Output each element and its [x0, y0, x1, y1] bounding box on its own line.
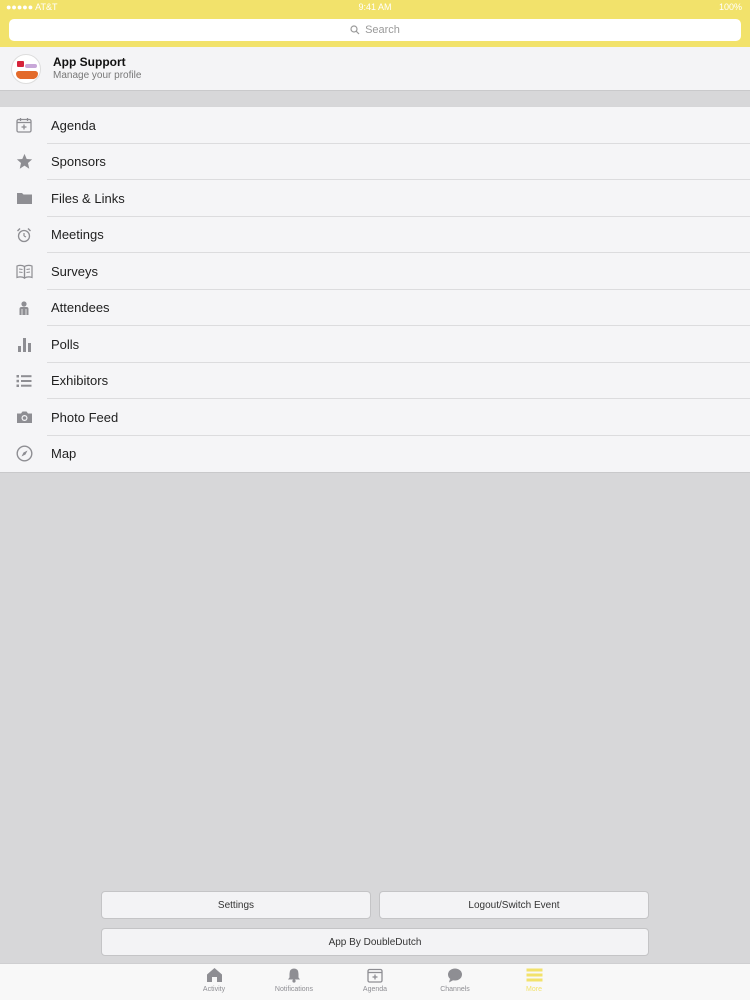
- book-icon: [15, 262, 33, 280]
- people-icon: [15, 299, 33, 317]
- menu-item-files-links[interactable]: Files & Links: [0, 180, 750, 217]
- profile-row[interactable]: App Support Manage your profile: [0, 47, 750, 91]
- menu-item-label: Agenda: [51, 117, 96, 133]
- menu-item-polls[interactable]: Polls: [0, 326, 750, 363]
- tab-label: More: [526, 986, 542, 993]
- tab-channels[interactable]: Channels: [425, 967, 485, 993]
- menu-item-surveys[interactable]: Surveys: [0, 253, 750, 290]
- status-time: 9:41 AM: [358, 2, 392, 12]
- home-icon: [206, 968, 222, 982]
- logout-switch-event-button[interactable]: Logout/Switch Event: [379, 891, 649, 919]
- menu-item-sponsors[interactable]: Sponsors: [0, 144, 750, 180]
- tab-label: Channels: [440, 986, 470, 993]
- bar-chart-icon: [15, 335, 33, 353]
- menu-item-label: Files & Links: [51, 190, 125, 206]
- list-icon: [15, 372, 33, 390]
- bell-icon: [288, 968, 300, 983]
- chat-bubble-icon: [448, 968, 462, 983]
- tab-notifications[interactable]: Notifications: [264, 967, 324, 993]
- alarm-clock-icon: [15, 226, 33, 244]
- menu-item-exhibitors[interactable]: Exhibitors: [0, 363, 750, 399]
- menu-item-label: Photo Feed: [51, 409, 119, 425]
- search-bar[interactable]: Search: [9, 19, 741, 41]
- tab-more[interactable]: More: [504, 967, 564, 993]
- avatar: [11, 54, 41, 84]
- settings-button[interactable]: Settings: [101, 891, 371, 919]
- menu-item-attendees[interactable]: Attendees: [0, 290, 750, 326]
- menu-item-label: Sponsors: [51, 154, 106, 170]
- menu-item-map[interactable]: Map: [0, 436, 750, 473]
- calendar-icon: [15, 116, 33, 134]
- menu-item-agenda[interactable]: Agenda: [0, 107, 750, 144]
- tab-label: Agenda: [362, 986, 388, 993]
- menu-item-label: Attendees: [51, 300, 110, 316]
- status-bar: ●●●●● AT&T 9:41 AM 100%: [0, 0, 750, 14]
- menu-item-label: Map: [51, 446, 77, 462]
- menu-item-label: Polls: [51, 336, 80, 352]
- tab-label: Notifications: [274, 986, 314, 993]
- battery-label: 100%: [718, 2, 742, 12]
- tab-activity[interactable]: Activity: [184, 967, 244, 993]
- search-placeholder: Search: [365, 24, 400, 36]
- calendar-icon: [367, 968, 383, 983]
- search-icon: [350, 25, 360, 35]
- top-bar: ●●●●● AT&T 9:41 AM 100% Search: [0, 0, 750, 47]
- profile-subtitle: Manage your profile: [53, 70, 142, 81]
- menu-icon: [526, 968, 542, 982]
- camera-icon: [15, 408, 33, 426]
- menu-item-label: Meetings: [51, 227, 104, 243]
- star-icon: [15, 153, 33, 171]
- compass-icon: [15, 445, 33, 463]
- profile-name: App Support: [53, 55, 126, 69]
- folder-icon: [15, 189, 33, 207]
- more-menu-list: Agenda Sponsors Files & Links Meetings S…: [0, 106, 750, 473]
- tab-agenda[interactable]: Agenda: [345, 967, 405, 993]
- tab-label: Activity: [202, 986, 226, 993]
- menu-item-photo-feed[interactable]: Photo Feed: [0, 399, 750, 436]
- app-by-doubledutch-button[interactable]: App By DoubleDutch: [101, 928, 649, 956]
- tab-bar: Activity Notifications Agenda Channels M…: [0, 963, 750, 1000]
- menu-item-label: Surveys: [51, 263, 98, 279]
- menu-item-meetings[interactable]: Meetings: [0, 217, 750, 253]
- menu-item-label: Exhibitors: [51, 373, 109, 389]
